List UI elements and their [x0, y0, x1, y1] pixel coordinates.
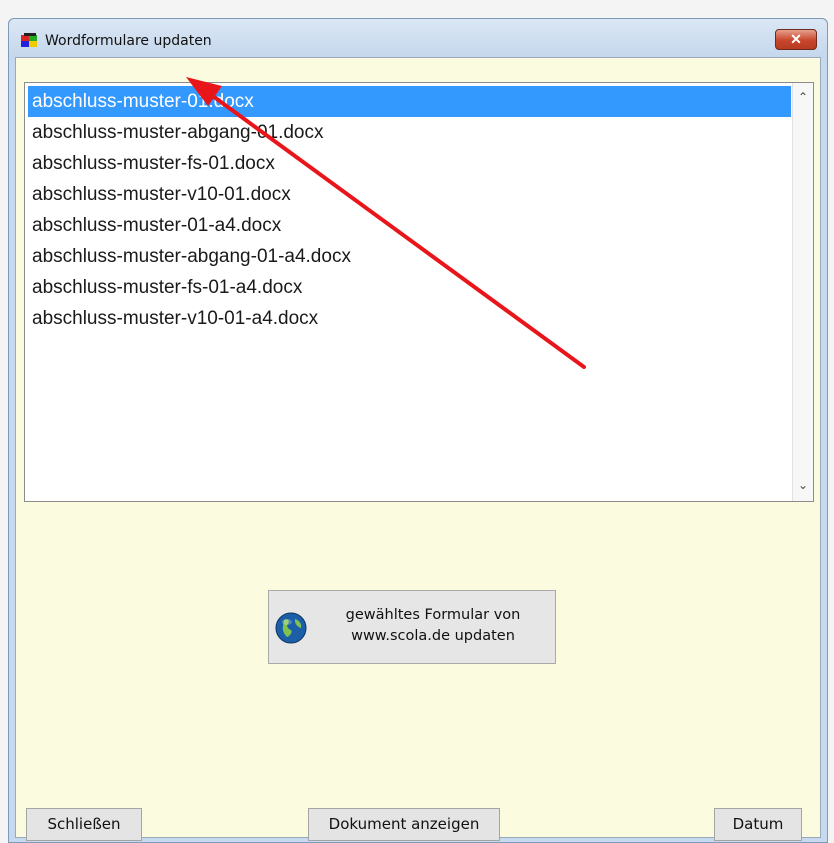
file-list-item[interactable]: abschluss-muster-01.docx — [28, 86, 791, 117]
file-list-item[interactable]: abschluss-muster-abgang-01.docx — [28, 117, 791, 148]
app-icon — [21, 33, 37, 47]
window-title: Wordformulare updaten — [45, 33, 212, 49]
file-list-item[interactable]: abschluss-muster-fs-01-a4.docx — [28, 272, 791, 303]
date-button[interactable]: Datum — [714, 808, 802, 841]
globe-icon — [275, 612, 307, 644]
close-window-button[interactable]: ✕ — [775, 29, 817, 50]
file-list-item[interactable]: abschluss-muster-abgang-01-a4.docx — [28, 241, 791, 272]
scroll-up-arrow[interactable]: ⌃ — [793, 87, 813, 107]
file-list-item[interactable]: abschluss-muster-01-a4.docx — [28, 210, 791, 241]
update-button-label: gewähltes Formular von www.scola.de upda… — [315, 605, 551, 647]
file-listbox[interactable]: abschluss-muster-01.docx abschluss-muster… — [24, 82, 814, 502]
close-button[interactable]: Schließen — [26, 808, 142, 841]
file-list-item[interactable]: abschluss-muster-v10-01-a4.docx — [28, 303, 791, 334]
vertical-scrollbar[interactable]: ⌃ ⌄ — [792, 83, 813, 501]
dialog-client-area: abschluss-muster-01.docx abschluss-muster… — [15, 57, 821, 841]
show-document-button[interactable]: Dokument anzeigen — [308, 808, 500, 841]
scroll-down-arrow[interactable]: ⌄ — [793, 475, 813, 495]
file-list: abschluss-muster-01.docx abschluss-muster… — [28, 86, 791, 498]
title-bar[interactable]: Wordformulare updaten ✕ — [9, 19, 827, 57]
file-list-item[interactable]: abschluss-muster-v10-01.docx — [28, 179, 791, 210]
update-label-line-1: gewähltes Formular von — [345, 607, 521, 623]
file-list-item[interactable]: abschluss-muster-fs-01.docx — [28, 148, 791, 179]
dialog-window: Wordformulare updaten ✕ abschluss-muster… — [8, 18, 828, 843]
update-label-line-2: www.scola.de updaten — [351, 628, 515, 644]
update-form-button[interactable]: gewähltes Formular von www.scola.de upda… — [268, 590, 556, 664]
